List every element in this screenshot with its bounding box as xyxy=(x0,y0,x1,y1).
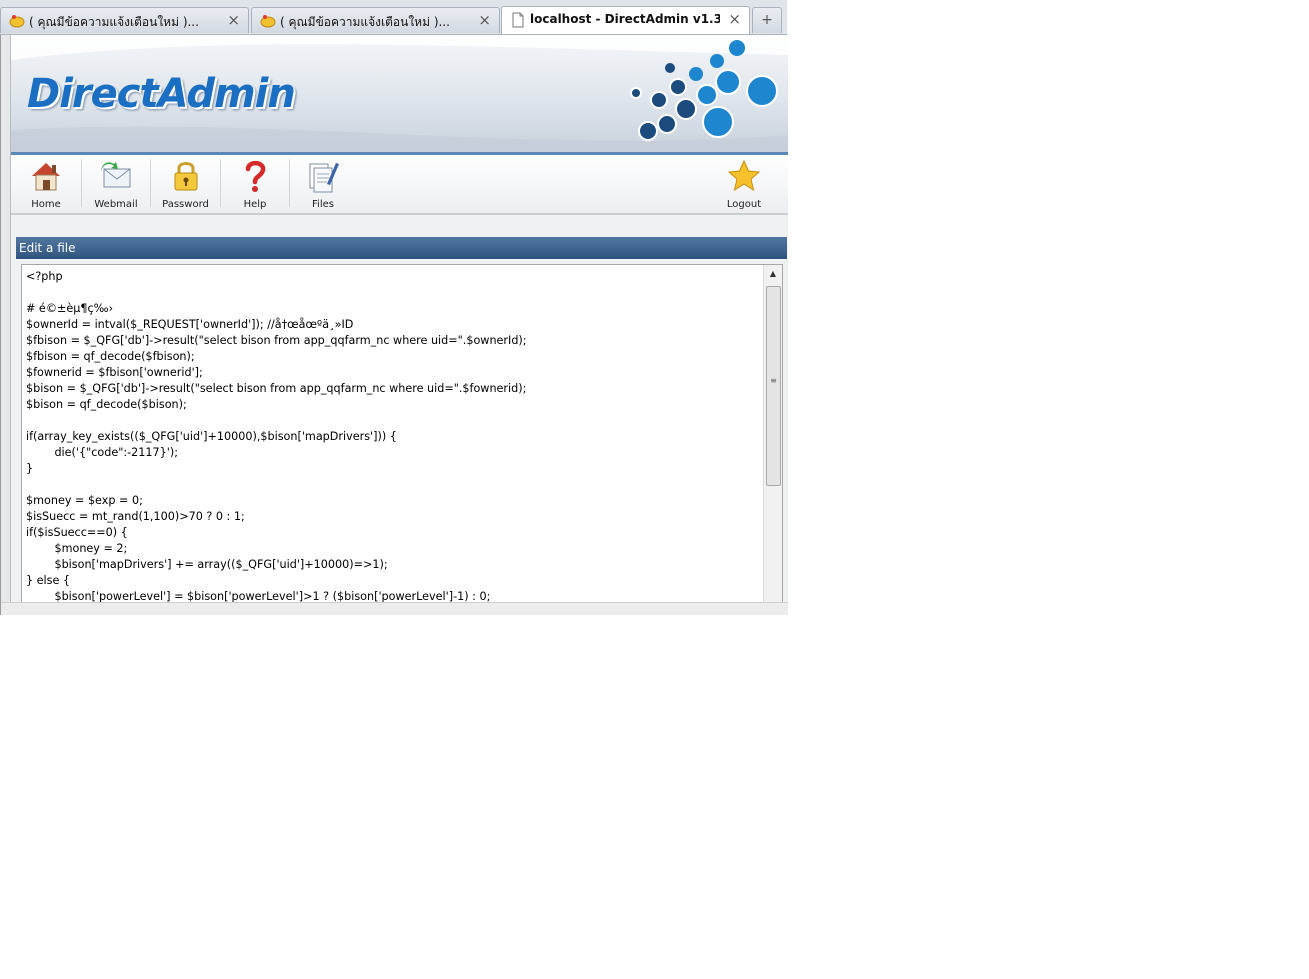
webmail-button[interactable]: Webmail xyxy=(82,155,150,211)
section-title: Edit a file xyxy=(19,241,76,255)
webmail-label: Webmail xyxy=(94,199,138,210)
lock-icon xyxy=(174,162,197,191)
left-rail xyxy=(1,35,11,615)
page-favicon-icon xyxy=(512,12,524,28)
new-tab-button[interactable]: + xyxy=(752,7,782,33)
files-icon xyxy=(309,163,339,193)
scroll-grip-icon: ≡ xyxy=(770,376,777,385)
help-label: Help xyxy=(243,199,267,210)
help-icon xyxy=(245,160,266,192)
browser-tab-title: localhost - DirectAdmin v1.34.4 xyxy=(530,12,720,26)
file-content[interactable]: <?php # é©±èµ¶ç‰› $ownerId = intval($_RE… xyxy=(26,269,761,605)
logout-label: Logout xyxy=(726,199,762,210)
browser-tab-title: ( คุณมีข้อความแจ้งเตือนใหม่ )... xyxy=(280,15,450,29)
site-header: DirectAdmin xyxy=(11,35,788,155)
page-viewport: DirectAdmin Home Webmail Password Help F… xyxy=(0,35,788,615)
star-icon xyxy=(727,159,761,192)
notification-favicon-icon xyxy=(9,15,25,28)
browser-tab-strip: ( คุณมีข้อความแจ้งเตือนใหม่ )... × ( คุณ… xyxy=(0,0,787,35)
browser-tab-2[interactable]: ( คุณมีข้อความแจ้งเตือนใหม่ )... × xyxy=(251,7,500,33)
password-label: Password xyxy=(162,199,209,210)
page-horizontal-scrollbar[interactable] xyxy=(1,602,788,615)
home-button[interactable]: Home xyxy=(11,155,81,211)
browser-tab-1[interactable]: ( คุณมีข้อความแจ้งเตือนใหม่ )... × xyxy=(0,7,249,33)
scroll-up-arrow-icon[interactable]: ▲ xyxy=(764,265,782,283)
browser-tab-title: ( คุณมีข้อความแจ้งเตือนใหม่ )... xyxy=(29,15,199,29)
webmail-icon xyxy=(101,162,131,188)
scroll-thumb[interactable]: ≡ xyxy=(766,286,781,486)
password-button[interactable]: Password xyxy=(151,155,220,211)
section-title-bar: Edit a file xyxy=(16,237,787,259)
files-label: Files xyxy=(312,199,334,210)
bubbles-decoration xyxy=(630,40,778,141)
main-toolbar: Home Webmail Password Help Files Logout xyxy=(11,155,788,215)
browser-tab-3[interactable]: localhost - DirectAdmin v1.34.4 × xyxy=(501,6,750,34)
help-button[interactable]: Help xyxy=(221,155,289,211)
logout-button[interactable]: Logout xyxy=(711,155,777,211)
tab-close-icon[interactable]: × xyxy=(227,11,240,29)
tab-close-icon[interactable]: × xyxy=(728,10,741,28)
tab-close-icon[interactable]: × xyxy=(478,11,491,29)
notification-favicon-icon xyxy=(260,15,276,28)
file-editor-textarea[interactable]: <?php # é©±èµ¶ç‰› $ownerId = intval($_RE… xyxy=(21,264,783,615)
home-icon xyxy=(32,163,60,191)
directadmin-logo: DirectAdmin xyxy=(27,71,296,117)
home-label: Home xyxy=(31,199,61,210)
editor-vertical-scrollbar[interactable]: ▲ ≡ xyxy=(763,265,782,615)
files-button[interactable]: Files xyxy=(290,155,356,211)
